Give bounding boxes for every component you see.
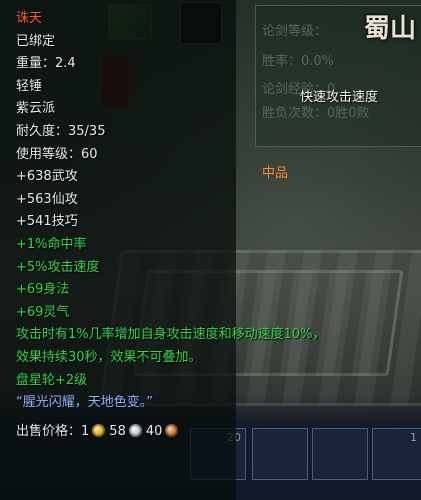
game-logo: 蜀山: [363, 13, 416, 44]
item-tooltip: 诛天 已绑定 重量：2.4 轻锤 紫云派 耐久度：35/35 使用等级：60 +…: [0, 0, 326, 500]
hotbar-slot[interactable]: [312, 428, 368, 480]
bonus-stat-line: +1%命中率: [16, 236, 87, 252]
item-sect: 紫云派: [16, 101, 56, 117]
hotbar-slot[interactable]: 1: [372, 428, 421, 480]
bind-status: 已绑定: [16, 33, 56, 49]
silver-coin-icon: [128, 423, 142, 437]
stat-line: +541技巧: [16, 214, 78, 230]
weapon-type: 轻锤: [16, 78, 43, 94]
price-silver: 58: [109, 423, 126, 439]
price-gold: 1: [81, 423, 90, 439]
price-label: 出售价格：: [16, 423, 82, 439]
item-quote: “腥光闪耀，天地色变。”: [16, 395, 153, 411]
price-copper: 40: [145, 423, 163, 439]
duel-level-label: 论剑等级：: [262, 24, 328, 39]
hotbar-slot[interactable]: [252, 428, 308, 480]
quality-label: 中品: [262, 166, 289, 181]
sell-price: 出售价格：1 58 40: [16, 421, 236, 444]
slot-count: 1: [410, 431, 417, 444]
stat-line: +563仙攻: [16, 191, 78, 207]
gold-coin-icon: [92, 423, 106, 437]
effect-description-1: 攻击时有1%几率增加自身攻击速度和移动速度10%，: [16, 327, 326, 343]
bonus-stat-line: +69灵气: [16, 304, 70, 320]
item-weight: 重量：2.4: [16, 56, 76, 72]
item-durability: 耐久度：35/35: [16, 123, 106, 139]
attack-speed-label: 快速攻击速度: [300, 90, 379, 105]
bonus-stat-line: +5%攻击速度: [16, 259, 100, 275]
item-name: 诛天: [16, 11, 43, 26]
stat-line: +638武攻: [16, 169, 78, 185]
win-rate-label: 胜率：0.0%: [262, 54, 335, 69]
enchant-level: 盘星轮+2级: [16, 372, 88, 388]
bonus-stat-line: +69身法: [16, 282, 70, 298]
required-level: 使用等级：60: [16, 146, 98, 162]
copper-coin-icon: [165, 423, 179, 437]
effect-description-2: 效果持续30秒，效果不可叠加。: [16, 349, 202, 365]
